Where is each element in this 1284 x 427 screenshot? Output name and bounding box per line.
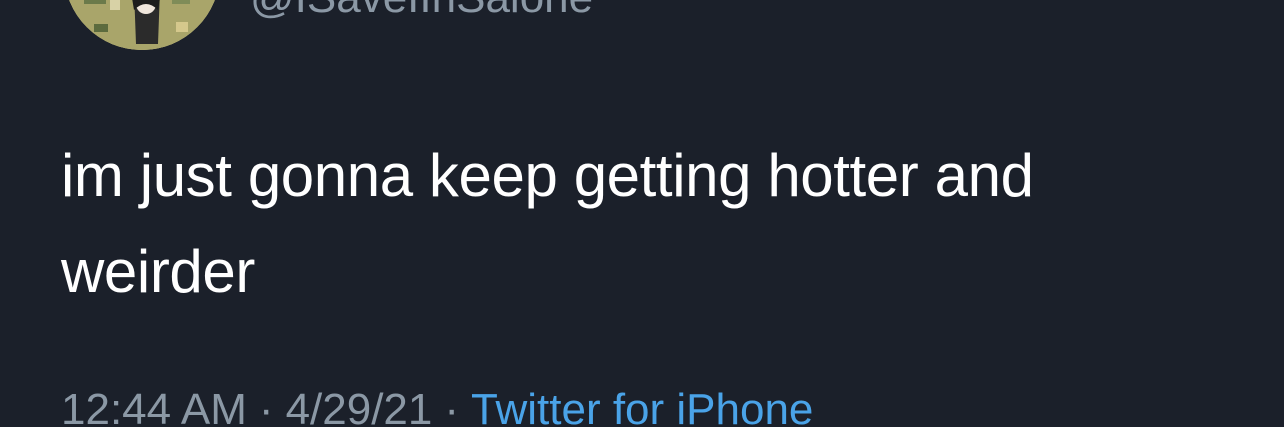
tweet-time[interactable]: 12:44 AM [61, 385, 247, 427]
tweet-source-link[interactable]: Twitter for iPhone [471, 385, 813, 427]
separator: · [258, 385, 274, 427]
tweet-meta: 12:44 AM · 4/29/21 · Twitter for iPhone [61, 384, 813, 427]
avatar-illustration [64, 0, 220, 50]
tweet-card: @ISaveIInSalone im just gonna keep getti… [0, 0, 1284, 427]
avatar[interactable] [64, 0, 220, 50]
user-handle[interactable]: @ISaveIInSalone [250, 0, 593, 20]
tweet-date[interactable]: 4/29/21 [286, 385, 433, 427]
separator: · [444, 385, 460, 427]
tweet-text: im just gonna keep getting hotter and we… [61, 142, 1034, 305]
